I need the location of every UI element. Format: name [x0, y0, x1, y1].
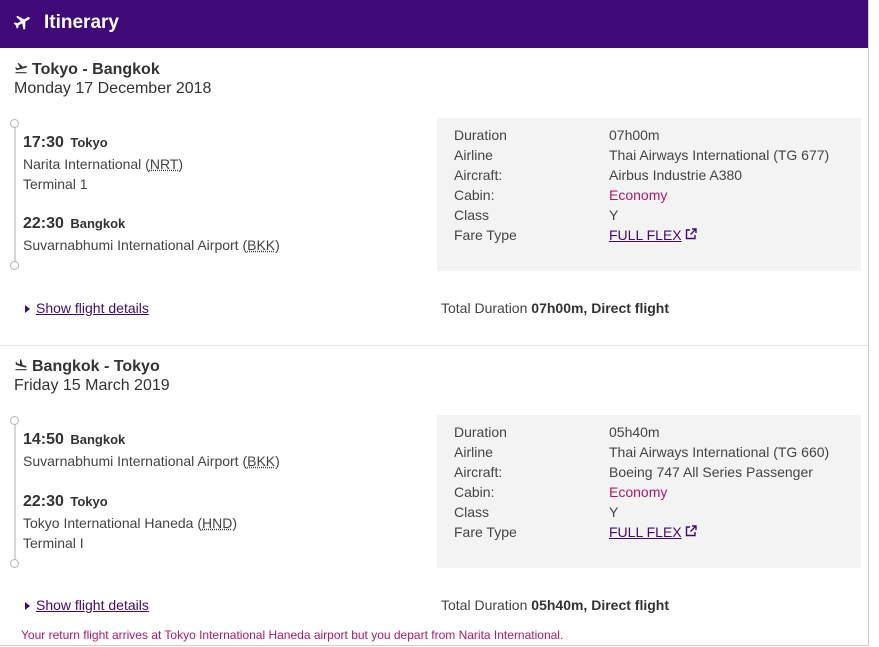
arrival-time: 22:30 Bangkok [23, 215, 126, 232]
timeline-dot [10, 416, 19, 425]
departure-time: 17:30 Tokyo [23, 134, 108, 151]
show-flight-details-link[interactable]: Show flight details [25, 597, 149, 613]
flight-info-box: Duration 05h40m Airline Thai Airways Inter… [437, 415, 861, 568]
show-flight-details-link[interactable]: Show flight details [25, 300, 149, 316]
airport-mismatch-warning: Your return flight arrives at Tokyo Inte… [21, 628, 564, 642]
info-fare-type: Fare Type FULL FLEX [454, 227, 697, 243]
caret-right-icon [25, 602, 30, 610]
timeline [14, 421, 16, 563]
timeline-dot [10, 559, 19, 568]
flight-date: Monday 17 December 2018 [14, 80, 212, 97]
arrival-plane-icon [15, 359, 27, 371]
airport-code: BKK [247, 453, 276, 469]
departure-time: 14:50 Bangkok [23, 431, 126, 448]
timeline-dot [10, 119, 19, 128]
info-duration: Duration 05h40m [454, 424, 660, 440]
timeline-dot [10, 261, 19, 270]
info-cabin: Cabin: Economy [454, 484, 668, 500]
flight-segment-return: Bangkok - Tokyo Friday 15 March 2019 14:… [0, 345, 868, 645]
info-cabin: Cabin: Economy [454, 187, 668, 203]
total-duration: Total Duration 05h40m, Direct flight [441, 597, 669, 613]
arrival-time: 22:30 Tokyo [23, 493, 108, 510]
fare-type-link[interactable]: FULL FLEX [609, 524, 697, 540]
external-link-icon [685, 228, 697, 240]
fare-type-link[interactable]: FULL FLEX [609, 227, 697, 243]
departure-airport: Suvarnabhumi International Airport (BKK) [23, 453, 280, 469]
airport-code: NRT [149, 156, 179, 172]
info-duration: Duration 07h00m [454, 127, 660, 143]
caret-right-icon [25, 305, 30, 313]
external-link-icon [685, 525, 697, 537]
airport-code: HND [202, 515, 233, 531]
itinerary-header: Itinerary [0, 0, 868, 48]
total-duration: Total Duration 07h00m, Direct flight [441, 300, 669, 316]
departure-terminal: Terminal 1 [23, 176, 88, 192]
plane-icon [13, 15, 30, 30]
info-aircraft: Aircraft: Boeing 747 All Series Passenger [454, 464, 813, 480]
info-airline: Airline Thai Airways International (TG 67… [454, 147, 830, 163]
arrival-airport: Tokyo International Haneda (HND) [23, 515, 238, 531]
arrival-terminal: Terminal I [23, 535, 84, 551]
flight-segment-outbound: Tokyo - Bangkok Monday 17 December 2018 … [0, 48, 868, 346]
route-title: Tokyo - Bangkok [32, 61, 160, 78]
route-title: Bangkok - Tokyo [32, 358, 160, 375]
departure-plane-icon [15, 62, 27, 74]
departure-airport: Narita International (NRT) [23, 156, 184, 172]
itinerary-panel: Itinerary Tokyo - Bangkok Monday 17 Dece… [0, 0, 869, 646]
arrival-airport: Suvarnabhumi International Airport (BKK) [23, 237, 280, 253]
airport-code: BKK [247, 237, 276, 253]
info-class: Class Y [454, 207, 619, 223]
flight-info-box: Duration 07h00m Airline Thai Airways Inter… [437, 118, 861, 271]
page-title: Itinerary [44, 12, 119, 33]
timeline [14, 124, 16, 266]
info-class: Class Y [454, 504, 619, 520]
info-fare-type: Fare Type FULL FLEX [454, 524, 697, 540]
flight-date: Friday 15 March 2019 [14, 377, 170, 394]
info-aircraft: Aircraft: Airbus Industrie A380 [454, 167, 743, 183]
info-airline: Airline Thai Airways International (TG 66… [454, 444, 830, 460]
